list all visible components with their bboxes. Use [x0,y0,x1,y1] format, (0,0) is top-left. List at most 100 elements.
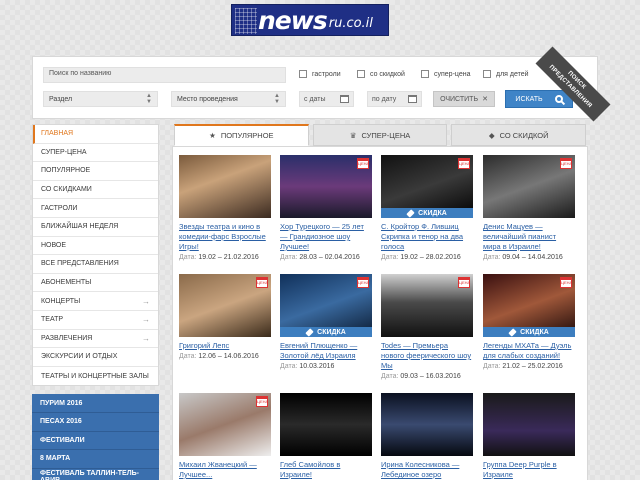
sidebar-item[interactable]: ЭКСКУРСИИ И ОТДЫХ [33,348,158,367]
clear-button[interactable]: ОЧИСТИТЬ ✕ [433,91,495,107]
event-title-link[interactable]: Григорий Лепс [179,341,271,351]
event-image[interactable] [179,155,271,218]
event-card[interactable]: ЦЕНА СКИДКА Евгений Плющенко — Золотой лёд… [280,274,372,370]
checkbox-kids[interactable]: для детей [483,70,529,78]
sidebar-item-label: ВСЕ ПРЕДСТАВЛЕНИЯ [41,260,119,268]
tab-item[interactable]: ◆ СО СКИДКОЙ [451,124,587,146]
event-title-link[interactable]: Михаил Жванецкий — Лучшее... [179,460,271,480]
sidebar-special-item[interactable]: ПЕСАХ 2016 [32,412,159,432]
event-image[interactable]: ЦЕНА [179,393,271,456]
event-image[interactable]: ЦЕНА СКИДКА [381,155,473,218]
date-to-field[interactable]: по дату [367,91,422,107]
date-label: с даты [304,95,326,103]
event-image[interactable] [483,393,575,456]
checkbox-super-price[interactable]: супер-цена [421,70,471,78]
event-card[interactable]: ЦЕНА Григорий Лепс Дата: 12.06 – 14.06.201… [179,274,271,360]
date-value: 19.02 – 21.02.2016 [198,254,259,261]
event-title-link[interactable]: Группа Deep Purple в Израиле [483,460,575,480]
event-image[interactable]: ЦЕНА [483,155,575,218]
sidebar-item[interactable]: СУПЕР-ЦЕНА [33,144,158,163]
sidebar-item[interactable]: КОНЦЕРТЫ → [33,292,158,311]
sidebar-special-item[interactable]: ФЕСТИВАЛЬ ТАЛЛИН-ТЕЛЬ-АВИВ [32,468,159,480]
sidebar-item[interactable]: ГЛАВНАЯ [33,125,158,144]
sidebar-item-label: ТЕАТР [41,316,64,324]
event-card[interactable]: ЦЕНА СКИДКА С. Кройтор Ф. Лившиц Скрипка и… [381,155,473,261]
sidebar-item-label: ПОПУЛЯРНОЕ [41,167,91,175]
sidebar-item[interactable]: СО СКИДКАМИ [33,181,158,200]
arrow-right-icon: → [142,315,150,325]
event-date: Дата: 10.03.2016 [280,363,372,370]
date-label: Дата: [179,254,199,261]
event-title-link[interactable]: Todes — Премьера нового феерического шоу… [381,341,473,371]
event-image[interactable]: ЦЕНА [179,274,271,337]
event-image[interactable] [381,393,473,456]
event-image[interactable]: ЦЕНА [280,155,372,218]
sidebar-special-menu: ПУРИМ 2016 ПЕСАХ 2016 ФЕСТИВАЛИ 8 МАРТА ФЕСТ… [32,394,159,480]
event-title-link[interactable]: С. Кройтор Ф. Лившиц Скрипка и тенор на … [381,222,473,252]
event-image[interactable]: ЦЕНА [381,274,473,337]
sidebar-item[interactable]: НОВОЕ [33,237,158,256]
event-title-link[interactable]: Хор Турецкого — 25 лет — Грандиозное шоу… [280,222,372,252]
tab-item[interactable]: ★ ПОПУЛЯРНОЕ [174,124,309,146]
sidebar-item[interactable]: АБОНЕМЕНТЫ [33,274,158,293]
date-label: Дата: [179,353,199,360]
sidebar-item[interactable]: ВСЕ ПРЕДСТАВЛЕНИЯ [33,255,158,274]
date-label: Дата: [483,254,503,261]
tab-item[interactable]: ♛ СУПЕР-ЦЕНА [312,124,448,146]
sidebar-item-label: КОНЦЕРТЫ [41,297,81,305]
tab-label: ПОПУЛЯРНОЕ [220,131,274,140]
event-card[interactable]: ЦЕНА Михаил Жванецкий — Лучшее... [179,393,271,480]
event-card[interactable]: ЦЕНА Денис Мацуев — величайший пианист ми… [483,155,575,261]
event-card[interactable]: Глеб Самойлов в Израиле! [280,393,372,480]
sidebar-item[interactable]: ТЕАТР → [33,311,158,330]
site-logo[interactable]: news ru.co.il [231,4,389,36]
event-date: Дата: 19.02 – 28.02.2016 [381,254,473,261]
tag-icon: ◆ [488,130,495,140]
event-card[interactable]: ЦЕНА Todes — Премьера нового феерического… [381,274,473,380]
checkbox-label: супер-цена [434,70,471,78]
checkbox-discount[interactable]: со скидкой [357,70,405,78]
search-button[interactable]: ИСКАТЬ [505,90,573,108]
calendar-icon[interactable] [408,95,417,103]
sidebar-item[interactable]: ТЕАТРЫ И КОНЦЕРТНЫЕ ЗАЛЫ [33,367,158,386]
event-title-link[interactable]: Легенды МХАТа — Дуэль для слабых создани… [483,341,575,361]
event-title-link[interactable]: Ирина Колесникова — Лебединое озеро [381,460,473,480]
event-image[interactable] [280,393,372,456]
checkbox-tours[interactable]: гастроли [299,70,341,78]
sidebar-item-label: ГАСТРОЛИ [41,204,78,212]
gift-icon: ♛ [349,130,357,140]
venue-select[interactable]: Место проведения ▲ ▼ [171,91,286,107]
section-select[interactable]: Раздел ▲ ▼ [43,91,158,107]
sidebar-item-label: СУПЕР-ЦЕНА [41,148,87,156]
sidebar-special-item[interactable]: ФЕСТИВАЛИ [32,431,159,451]
sidebar-item[interactable]: БЛИЖАЙШАЯ НЕДЕЛЯ [33,218,158,237]
tag-icon [305,327,314,337]
event-card[interactable]: Звезды театра и кино в комедии-фарс Взро… [179,155,271,261]
calendar-icon[interactable] [340,95,349,103]
sidebar-item-label: АБОНЕМЕНТЫ [41,279,92,287]
event-card[interactable]: ЦЕНА СКИДКА Легенды МХАТа — Дуэль для слаб… [483,274,575,370]
sidebar-special-item[interactable]: ПУРИМ 2016 [32,394,159,413]
sidebar-item[interactable]: РАЗВЛЕЧЕНИЯ → [33,330,158,349]
sidebar-item[interactable]: ГАСТРОЛИ [33,199,158,218]
event-title-link[interactable]: Звезды театра и кино в комедии-фарс Взро… [179,222,271,252]
event-image[interactable]: ЦЕНА СКИДКА [483,274,575,337]
checkbox-box [483,70,491,78]
event-date: Дата: 19.02 – 21.02.2016 [179,254,271,261]
checkbox-label: гастроли [312,70,341,78]
search-panel: Поиск по названию гастроли со скидкой су… [32,56,598,119]
event-title-link[interactable]: Глеб Самойлов в Израиле! [280,460,372,480]
event-image[interactable]: ЦЕНА СКИДКА [280,274,372,337]
sidebar-special-item[interactable]: 8 МАРТА [32,450,159,469]
event-card[interactable]: ЦЕНА Хор Турецкого — 25 лет — Грандиозное… [280,155,372,261]
event-card[interactable]: Ирина Колесникова — Лебединое озеро [381,393,473,480]
updown-arrows-icon: ▲ ▼ [274,93,280,105]
event-title-link[interactable]: Денис Мацуев — величайший пианист мира в… [483,222,575,252]
event-title-link[interactable]: Евгений Плющенко — Золотой лёд Израиля [280,341,372,361]
date-from-field[interactable]: с даты [299,91,354,107]
search-input[interactable]: Поиск по названию [43,67,286,83]
sidebar-item[interactable]: ПОПУЛЯРНОЕ [33,162,158,181]
event-card[interactable]: Группа Deep Purple в Израиле [483,393,575,480]
tab-label: СУПЕР-ЦЕНА [361,130,411,140]
event-date: Дата: 28.03 – 02.04.2016 [280,254,372,261]
